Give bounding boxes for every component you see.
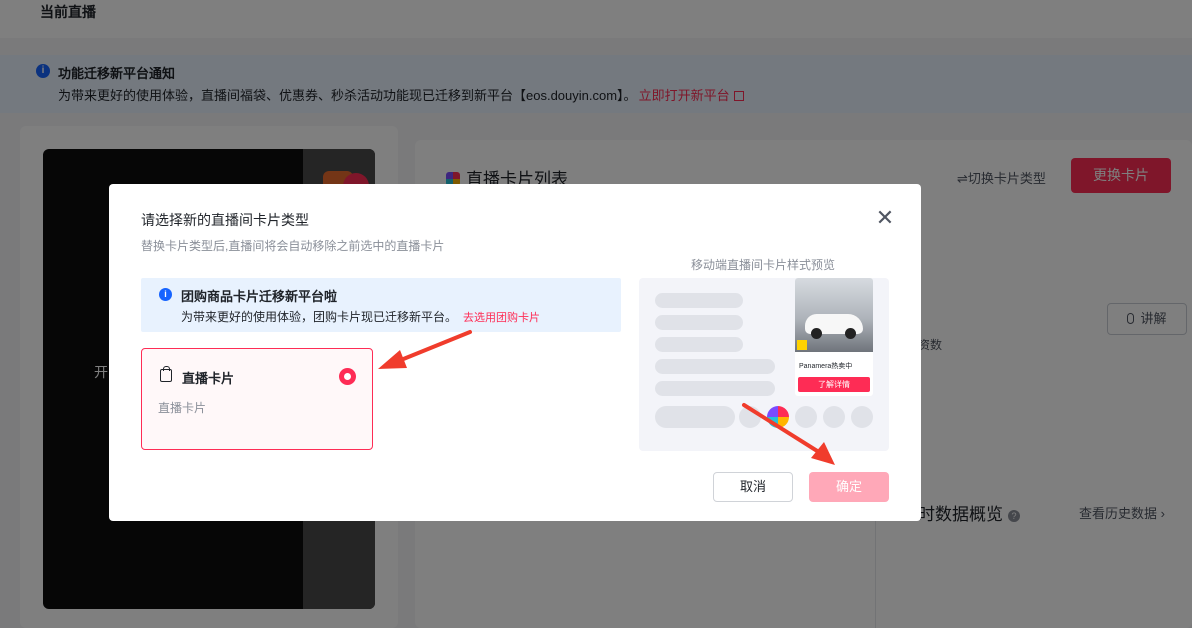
shopping-bag-icon [160, 366, 172, 382]
car-wheel [811, 328, 822, 339]
placeholder-line [655, 381, 775, 396]
confirm-button[interactable]: 确定 [809, 472, 889, 502]
placeholder-circle [795, 406, 817, 428]
placeholder-line [655, 359, 775, 374]
selected-radio[interactable] [339, 368, 356, 385]
placeholder-circle [851, 406, 873, 428]
placeholder-circle [823, 406, 845, 428]
select-card-type-dialog: 请选择新的直播间卡片类型 替换卡片类型后,直播间将会自动移除之前选中的直播卡片 … [109, 184, 921, 521]
option-title: 直播卡片 [182, 371, 235, 386]
radio-dot [344, 373, 351, 380]
placeholder-line [655, 315, 743, 330]
preview-product-name: Panamera热卖中 [799, 363, 853, 370]
preview-label: 移动端直播间卡片样式预览 [691, 258, 836, 272]
info-icon: i [159, 288, 172, 301]
dialog-title: 请选择新的直播间卡片类型 [141, 212, 309, 228]
brand-badge-icon [797, 340, 807, 350]
option-description: 直播卡片 [158, 401, 207, 415]
pinwheel-icon [767, 406, 789, 428]
mobile-card-preview: Panamera热卖中 了解详情 [639, 278, 889, 451]
info-title: 团购商品卡片迁移新平台啦 [181, 289, 338, 304]
info-body: 为带来更好的使用体验，团购卡片现已迁移新平台。 [181, 310, 458, 324]
dialog-subtitle: 替换卡片类型后,直播间将会自动移除之前选中的直播卡片 [141, 239, 445, 253]
cancel-button[interactable]: 取消 [713, 472, 793, 502]
card-type-option-live-card[interactable]: 直播卡片 直播卡片 [141, 348, 373, 450]
placeholder-pill [655, 406, 735, 428]
car-wheel [845, 328, 856, 339]
placeholder-circle [739, 406, 761, 428]
placeholder-line [655, 293, 743, 308]
car-image [795, 278, 873, 352]
close-icon[interactable]: ✕ [872, 205, 898, 231]
group-buy-migration-info: i 团购商品卡片迁移新平台啦 为带来更好的使用体验，团购卡片现已迁移新平台。 去选… [141, 278, 621, 332]
preview-learn-more-button: 了解详情 [798, 377, 870, 392]
choose-group-buy-card-link[interactable]: 去选用团购卡片 [463, 312, 540, 324]
placeholder-line [655, 337, 743, 352]
info-text: 为带来更好的使用体验，团购卡片现已迁移新平台。 去选用团购卡片 [181, 308, 540, 325]
preview-product-card: Panamera热卖中 了解详情 [795, 278, 873, 396]
